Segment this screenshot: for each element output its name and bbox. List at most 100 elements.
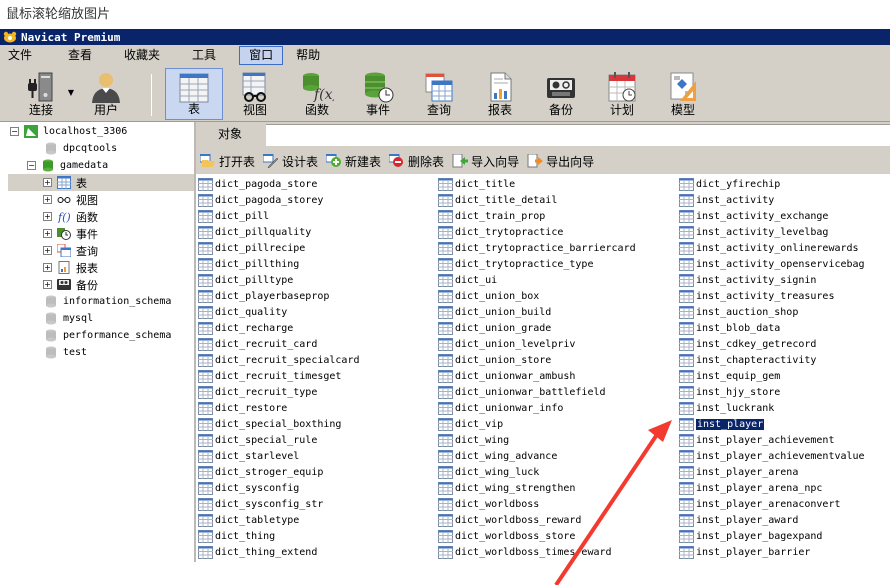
tree-connection[interactable]: − localhost_3306 [10, 123, 127, 140]
schedule-button[interactable]: 计划 [593, 68, 651, 120]
table-list-item[interactable]: inst_activity_levelbag [679, 224, 865, 240]
table-list-item[interactable]: inst_player_bagexpand [679, 528, 865, 544]
table-list-item[interactable]: inst_player [679, 416, 865, 432]
table-list-item[interactable]: dict_pillrecipe [198, 240, 360, 256]
collapse-icon[interactable]: − [27, 161, 36, 170]
tree-database[interactable]: information_schema [44, 293, 171, 310]
tree-database[interactable]: mysql [44, 310, 93, 327]
table-list-item[interactable]: dict_stroger_equip [198, 464, 360, 480]
table-list-item[interactable]: dict_yfirechip [679, 176, 865, 192]
table-list-item[interactable]: inst_chapteractivity [679, 352, 865, 368]
table-list-item[interactable]: inst_player_arena [679, 464, 865, 480]
menu-tools[interactable]: 工具 [183, 46, 225, 65]
tree-node-queries[interactable]: + 查询 [43, 242, 98, 259]
table-list-item[interactable]: dict_pagoda_store [198, 176, 360, 192]
table-list-item[interactable]: dict_pill [198, 208, 360, 224]
report-button[interactable]: 报表 [471, 68, 529, 120]
table-list-item[interactable]: inst_player_arenaconvert [679, 496, 865, 512]
model-button[interactable]: 模型 [654, 68, 712, 120]
table-list-item[interactable]: inst_blob_data [679, 320, 865, 336]
connect-button[interactable]: ▼ 连接 [12, 68, 74, 120]
table-list-item[interactable]: dict_tabletype [198, 512, 360, 528]
table-list-item[interactable]: dict_pagoda_storey [198, 192, 360, 208]
expand-icon[interactable]: + [43, 178, 52, 187]
table-list-item[interactable]: dict_union_store [438, 352, 636, 368]
table-list-item[interactable]: inst_player_barrier [679, 544, 865, 560]
backup-button[interactable]: 备份 [532, 68, 590, 120]
table-list-item[interactable]: dict_union_levelpriv [438, 336, 636, 352]
table-list-item[interactable]: inst_activity [679, 192, 865, 208]
table-list-item[interactable]: inst_player_arena_npc [679, 480, 865, 496]
tree-node-reports[interactable]: + 报表 [43, 259, 98, 276]
table-list-item[interactable]: dict_sysconfig_str [198, 496, 360, 512]
table-list-item[interactable]: dict_trytopractice [438, 224, 636, 240]
table-button[interactable]: 表 [165, 68, 223, 120]
table-list-item[interactable]: dict_wing [438, 432, 636, 448]
table-list-item[interactable]: inst_activity_treasures [679, 288, 865, 304]
tree-node-backups[interactable]: + 备份 [43, 276, 98, 293]
table-list-item[interactable]: dict_union_grade [438, 320, 636, 336]
tree-node-events[interactable]: + 事件 [43, 225, 98, 242]
table-list-item[interactable]: inst_activity_onlinerewards [679, 240, 865, 256]
event-button[interactable]: 事件 [349, 68, 407, 120]
tree-node-views[interactable]: + 视图 [43, 191, 98, 208]
table-list-item[interactable]: inst_activity_exchange [679, 208, 865, 224]
tree-database-expanded[interactable]: − gamedata [27, 157, 108, 174]
open-table-button[interactable]: 打开表 [200, 153, 255, 170]
table-list-item[interactable]: dict_pillthing [198, 256, 360, 272]
function-button[interactable]: f(x) 函数 [288, 68, 346, 120]
expand-icon[interactable]: + [43, 263, 52, 272]
table-list-item[interactable]: dict_union_build [438, 304, 636, 320]
table-list-item[interactable]: dict_recharge [198, 320, 360, 336]
expand-icon[interactable]: + [43, 195, 52, 204]
tree-database[interactable]: dpcqtools [44, 140, 117, 157]
table-list-item[interactable]: dict_union_box [438, 288, 636, 304]
table-list-item[interactable]: inst_activity_signin [679, 272, 865, 288]
table-list-item[interactable]: dict_worldboss_timesreward [438, 544, 636, 560]
table-list-item[interactable]: dict_sysconfig [198, 480, 360, 496]
menu-window[interactable]: 窗口 [239, 46, 284, 65]
table-list-item[interactable]: dict_worldboss_reward [438, 512, 636, 528]
export-wizard-button[interactable]: 导出向导 [527, 153, 594, 170]
collapse-icon[interactable]: − [10, 127, 19, 136]
table-list-item[interactable]: inst_luckrank [679, 400, 865, 416]
table-list-item[interactable]: inst_equip_gem [679, 368, 865, 384]
tab-objects[interactable]: 对象 [196, 122, 264, 148]
table-list-item[interactable]: dict_vip [438, 416, 636, 432]
table-list-item[interactable]: dict_quality [198, 304, 360, 320]
table-list-item[interactable]: dict_recruit_timesget [198, 368, 360, 384]
menu-file[interactable]: 文件 [0, 46, 41, 65]
view-button[interactable]: 视图 [226, 68, 284, 120]
table-list-item[interactable]: inst_player_award [679, 512, 865, 528]
table-list-item[interactable]: dict_pilltype [198, 272, 360, 288]
table-list-item[interactable]: dict_thing [198, 528, 360, 544]
table-list-item[interactable]: dict_starlevel [198, 448, 360, 464]
table-list-item[interactable]: dict_wing_advance [438, 448, 636, 464]
tree-database[interactable]: test [44, 344, 87, 361]
table-list-item[interactable]: dict_playerbaseprop [198, 288, 360, 304]
table-list-item[interactable]: inst_activity_openservicebag [679, 256, 865, 272]
query-button[interactable]: 查询 [410, 68, 468, 120]
user-button[interactable]: 用户 [77, 68, 135, 120]
table-list-item[interactable]: dict_wing_luck [438, 464, 636, 480]
table-list-item[interactable]: dict_unionwar_battlefield [438, 384, 636, 400]
tree-database[interactable]: performance_schema [44, 327, 171, 344]
table-list-item[interactable]: dict_unionwar_info [438, 400, 636, 416]
table-list-item[interactable]: dict_worldboss_store [438, 528, 636, 544]
table-list-item[interactable]: inst_auction_shop [679, 304, 865, 320]
table-list-item[interactable]: dict_thing_extend [198, 544, 360, 560]
table-list-item[interactable]: dict_recruit_specialcard [198, 352, 360, 368]
menu-view[interactable]: 查看 [59, 46, 101, 65]
table-list-item[interactable]: dict_pillquality [198, 224, 360, 240]
table-list-item[interactable]: dict_special_rule [198, 432, 360, 448]
table-list-item[interactable]: inst_hjy_store [679, 384, 865, 400]
table-list-item[interactable]: dict_ui [438, 272, 636, 288]
table-list-item[interactable]: dict_recruit_type [198, 384, 360, 400]
table-list-item[interactable]: dict_worldboss [438, 496, 636, 512]
table-list-item[interactable]: dict_title_detail [438, 192, 636, 208]
table-list-item[interactable]: dict_wing_strengthen [438, 480, 636, 496]
expand-icon[interactable]: + [43, 280, 52, 289]
new-table-button[interactable]: 新建表 [326, 153, 381, 170]
connect-dropdown-icon[interactable]: ▼ [68, 88, 74, 97]
table-list-item[interactable]: dict_train_prop [438, 208, 636, 224]
